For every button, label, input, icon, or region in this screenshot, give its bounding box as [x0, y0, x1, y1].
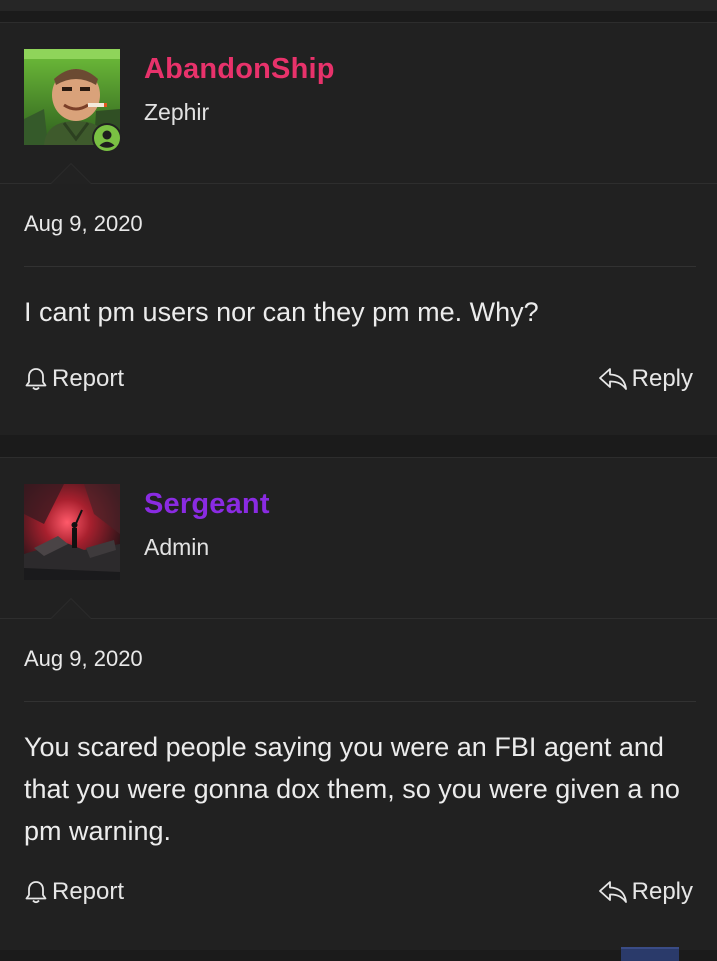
post-body: Aug 9, 2020 You scared people saying you… — [0, 619, 717, 950]
post-actions: Report Reply — [24, 365, 693, 436]
post-date[interactable]: Aug 9, 2020 — [24, 184, 699, 240]
user-title: Admin — [144, 534, 210, 560]
user-title: Zephir — [144, 99, 210, 125]
reply-arrow-icon — [598, 366, 628, 392]
report-button[interactable]: Report — [24, 878, 124, 906]
post-separator — [0, 435, 717, 457]
post-message: I cant pm users nor can they pm me. Why? — [24, 297, 539, 327]
avatar-image — [24, 484, 120, 580]
avatar[interactable] — [24, 49, 122, 153]
post: Sergeant Admin Aug 9, 2020 You scared pe… — [0, 457, 717, 950]
report-button[interactable]: Report — [24, 365, 124, 393]
post-author-header: Sergeant Admin — [0, 458, 717, 619]
username-link[interactable]: Sergeant — [144, 488, 270, 521]
reply-label: Reply — [631, 878, 693, 905]
post-date-row: Aug 9, 2020 — [24, 184, 696, 267]
reply-button[interactable]: Reply — [598, 365, 693, 393]
user-online-icon — [92, 123, 122, 153]
top-bar — [0, 0, 717, 11]
avatar[interactable] — [24, 484, 120, 580]
reply-arrow-icon — [598, 879, 628, 905]
post-date-row: Aug 9, 2020 — [24, 619, 696, 702]
report-label: Report — [52, 878, 125, 905]
post-author-header: AbandonShip Zephir — [0, 23, 717, 184]
post-date[interactable]: Aug 9, 2020 — [24, 619, 699, 675]
post-message: You scared people saying you were an FBI… — [24, 732, 680, 846]
header-notch — [50, 163, 92, 184]
post-actions: Report Reply — [24, 878, 693, 950]
scroll-to-top-button[interactable] — [621, 947, 679, 961]
header-notch — [50, 598, 92, 619]
post-body: Aug 9, 2020 I cant pm users nor can they… — [0, 184, 717, 436]
bell-icon — [24, 879, 48, 905]
username-link[interactable]: AbandonShip — [144, 53, 335, 86]
bell-icon — [24, 366, 48, 392]
report-label: Report — [52, 365, 125, 392]
reply-button[interactable]: Reply — [598, 878, 693, 906]
post: AbandonShip Zephir Aug 9, 2020 I cant pm… — [0, 22, 717, 436]
reply-label: Reply — [631, 365, 693, 392]
